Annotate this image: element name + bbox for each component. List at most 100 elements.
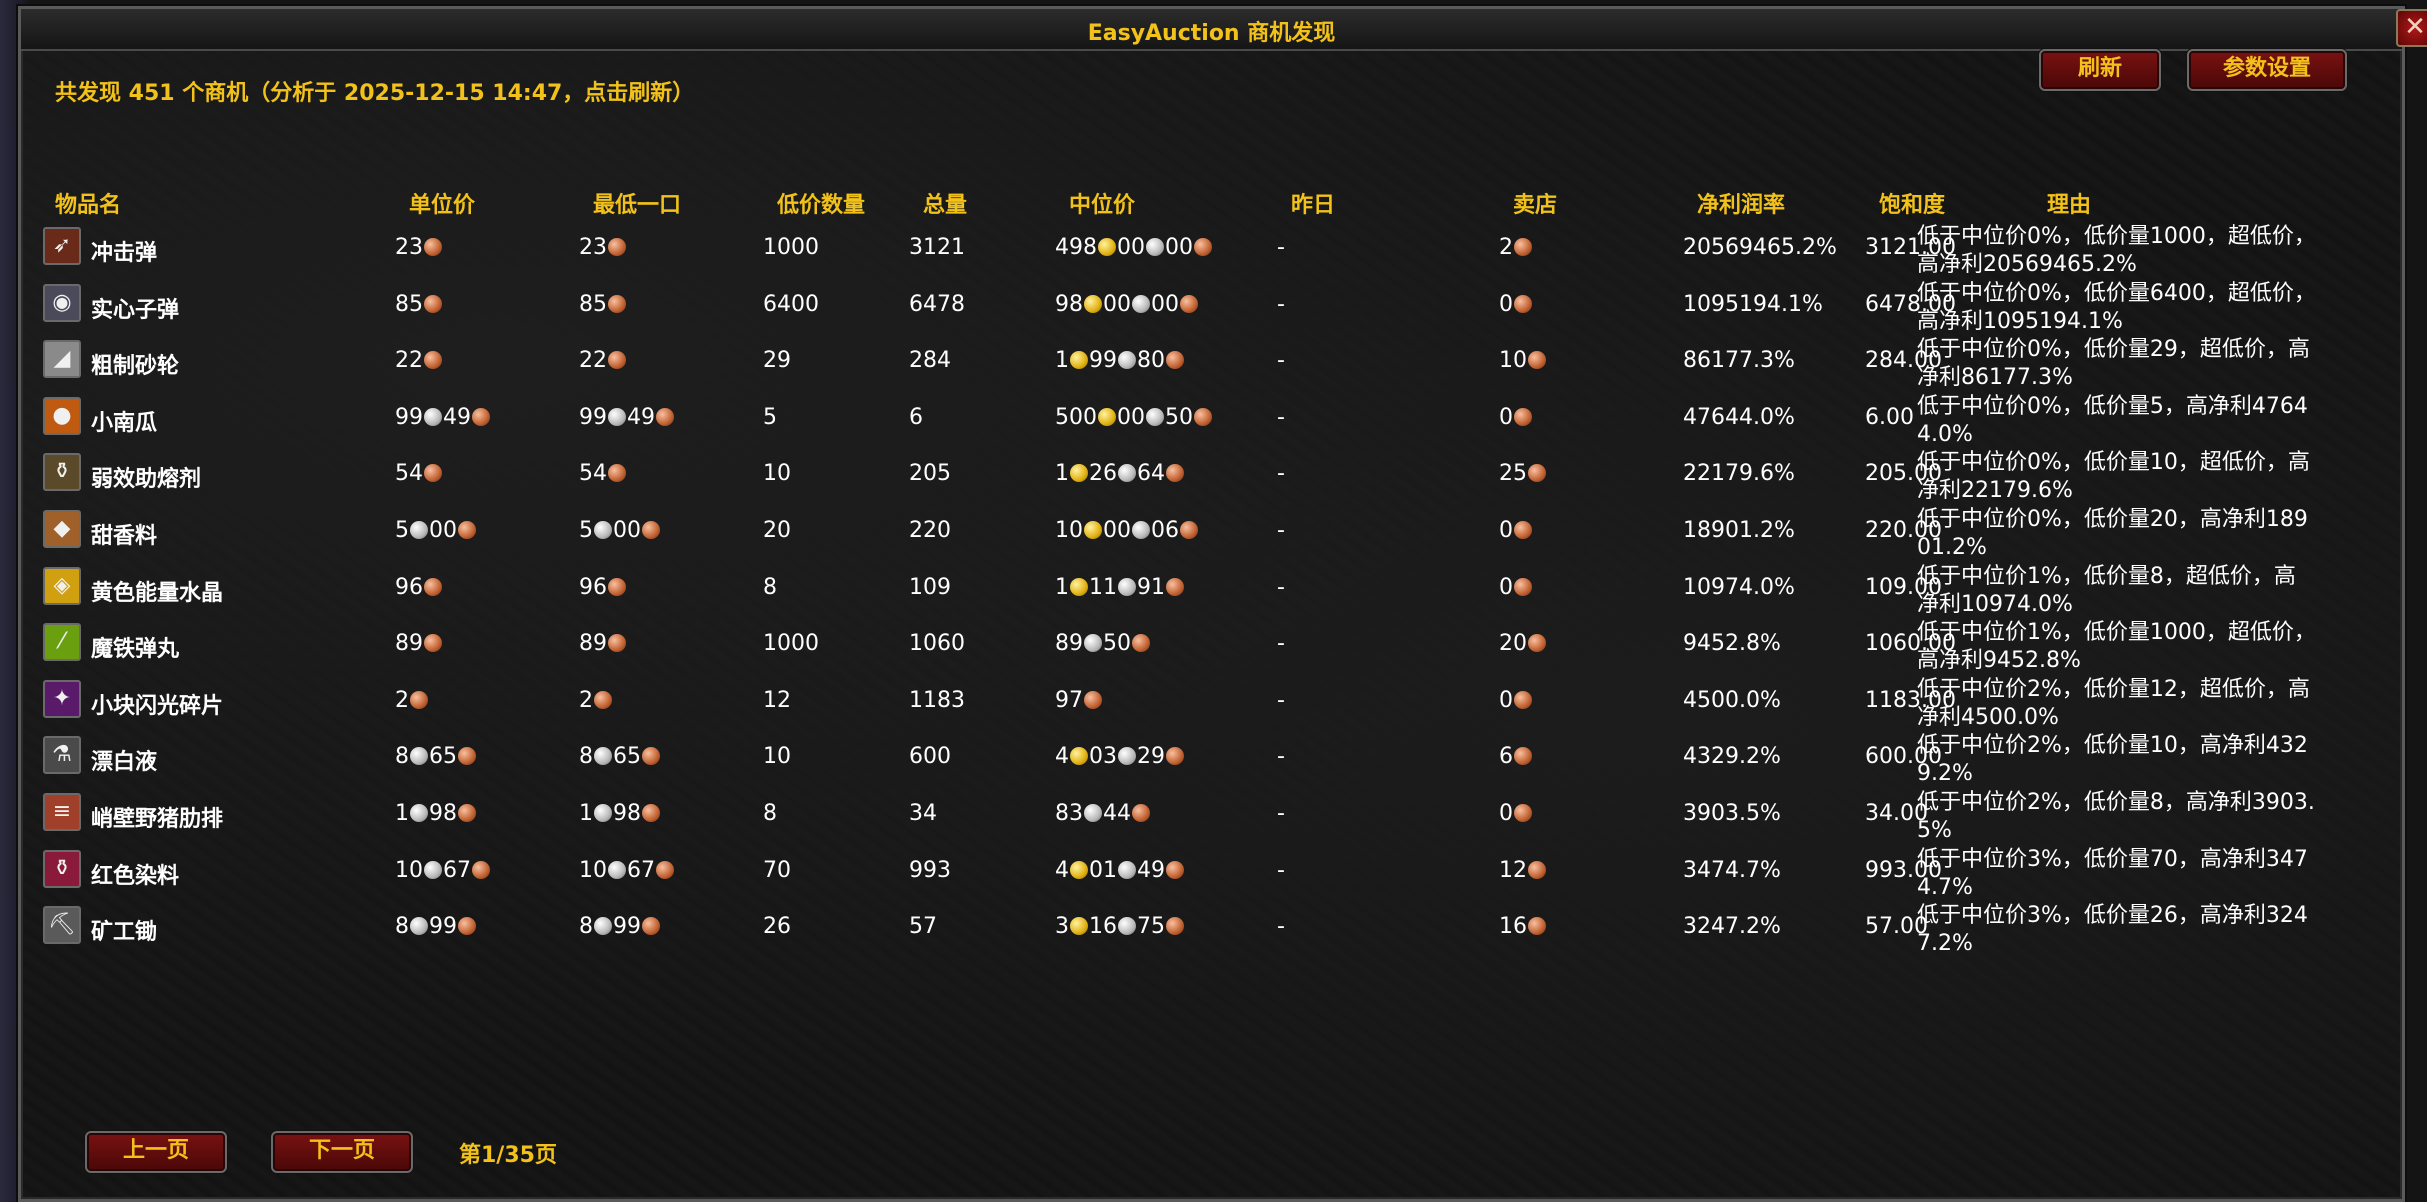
boar-ribs-icon[interactable]: ≡: [43, 793, 81, 831]
low-price-qty: 26: [763, 914, 791, 940]
unit-price: 1 98: [395, 801, 477, 826]
silver-coin-icon: [424, 860, 442, 879]
table-row[interactable]: ⚱ 红色染料 10 67 10 67 70 993 4 01 49-12 3474.7% 993.00 低…: [21, 846, 2402, 902]
amount: 0: [1499, 291, 1513, 317]
amount: 10: [1055, 518, 1083, 543]
solid-bullet-icon[interactable]: ◉: [43, 283, 81, 322]
median-price: 4 01 49: [1055, 858, 1185, 883]
total-qty: 600: [909, 744, 951, 770]
amount: 80: [1137, 348, 1165, 374]
buyout-price: 96: [579, 575, 627, 600]
total-qty: 6: [909, 404, 923, 430]
yesterday-value: -: [1277, 687, 1285, 713]
sweet-spice-icon[interactable]: ◆: [43, 510, 81, 548]
col-header-total[interactable]: 总量: [923, 187, 967, 219]
low-price-qty: 8: [763, 574, 777, 600]
amount: 16: [1499, 914, 1527, 940]
median-price: 498 00 00: [1055, 235, 1213, 260]
table-row[interactable]: ⁄ 魔铁弹丸 89 89 1000 1060 89 50-20 9452.8% 1060.00 低于…: [21, 619, 2402, 675]
copper-coin-icon: [1528, 351, 1546, 370]
table-row[interactable]: ● 小南瓜 99 49 99 49 5 6 500 00 50 - 0 47644.0% 6.00 低于中位价…: [21, 393, 2402, 449]
silver-coin-icon: [1132, 521, 1150, 539]
gold-coin-icon: [1070, 860, 1088, 879]
amount: 25: [1499, 461, 1527, 487]
amount: 0: [1499, 801, 1513, 826]
table-row[interactable]: ≡ 峭壁野猪肋排 1 98 1 98 8 34 83 44-0 3903.5% 34.00 低于中位价2…: [21, 789, 2402, 845]
col-header-low-qty[interactable]: 低价数量: [777, 187, 865, 219]
copper-coin-icon: [410, 690, 428, 709]
amount: 98: [613, 801, 641, 826]
amount: 91: [1137, 574, 1165, 600]
amount: 97: [1055, 687, 1083, 713]
next-page-button[interactable]: 下一页: [271, 1131, 413, 1173]
amount: 8: [579, 744, 593, 770]
yesterday-value: -: [1277, 291, 1285, 317]
amount: 50: [1165, 404, 1193, 430]
silver-coin-icon: [1084, 804, 1102, 822]
col-header-yesterday[interactable]: 昨日: [1291, 187, 1335, 219]
red-dye-icon[interactable]: ⚱: [43, 849, 81, 888]
shard-icon[interactable]: ✦: [43, 679, 81, 718]
pumpkin-icon[interactable]: ●: [43, 396, 81, 435]
table-row[interactable]: ◈ 黄色能量水晶 96 96 8 109 1 11 91-0 10974.0% 109.00 低于中位…: [21, 563, 2402, 619]
copper-coin-icon: [656, 860, 674, 879]
amount: 0: [1499, 687, 1513, 713]
col-header-buyout[interactable]: 最低一口: [593, 187, 681, 219]
col-header-vendor[interactable]: 卖店: [1513, 187, 1557, 219]
amount: 06: [1151, 518, 1179, 543]
bleach-icon[interactable]: ⚗: [43, 736, 81, 775]
settings-button[interactable]: 参数设置: [2187, 49, 2347, 91]
amount: 00: [1117, 235, 1145, 260]
col-header-saturation[interactable]: 饱和度: [1879, 187, 1945, 219]
amount: 89: [1055, 631, 1083, 657]
shock-bullet-icon[interactable]: ➶: [43, 227, 81, 265]
amount: 11: [1089, 574, 1117, 600]
amount: 85: [579, 291, 607, 317]
thorium-shell-icon[interactable]: ⁄: [43, 623, 81, 662]
copper-coin-icon: [608, 294, 626, 313]
prev-page-button[interactable]: 上一页: [85, 1131, 227, 1173]
summary-refresh-link[interactable]: 共发现 451 个商机（分析于 2025-12-15 14:47，点击刷新）: [55, 75, 694, 107]
amount: 99: [429, 914, 457, 940]
amount: 01: [1089, 857, 1117, 883]
close-button[interactable]: ✕: [2396, 9, 2427, 47]
copper-coin-icon: [1528, 917, 1546, 936]
amount: 00: [429, 518, 457, 543]
gold-coin-icon: [1084, 294, 1102, 313]
silver-coin-icon: [1146, 407, 1164, 426]
buyout-price: 8 99: [579, 914, 661, 939]
mining-pick-icon[interactable]: ⛏: [43, 906, 81, 945]
yellow-crystal-icon[interactable]: ◈: [43, 566, 81, 605]
table-row[interactable]: ⚱ 弱效助熔剂 54 54 10 205 1 26 64-25 22179.6% 205.00 低于中…: [21, 449, 2402, 505]
table-row[interactable]: ✦ 小块闪光碎片 2 2 12 1183 97-0 4500.0% 1183.00 低于中位价2%…: [21, 676, 2402, 732]
flux-icon[interactable]: ⚱: [43, 453, 81, 492]
amount: 0: [1499, 574, 1513, 600]
item-name: 实心子弹: [91, 297, 180, 323]
amount: 99: [579, 404, 607, 430]
amount: 10: [1499, 348, 1527, 374]
col-header-reason[interactable]: 理由: [2047, 187, 2091, 219]
table-row[interactable]: ➶ 冲击弹 23 23 1000 3121 498 00 00-2 20569465.2% 3121…: [21, 223, 2402, 279]
amount: 2: [395, 687, 409, 713]
table-row[interactable]: ◢ 粗制砂轮 22 22 29 284 1 99 80-10 86177.3% 284.00 低于中位…: [21, 336, 2402, 392]
item-name: 甜香料: [91, 524, 158, 549]
profit-rate: 10974.0%: [1683, 574, 1795, 600]
title-bar[interactable]: EasyAuction 商机发现: [21, 9, 2402, 51]
silver-coin-icon: [410, 747, 428, 766]
median-price: 4 03 29: [1055, 744, 1185, 769]
table-row[interactable]: ⚗ 漂白液 8 65 8 65 10 600 4 03 29-6 4329.2% 600.00 低于中位价…: [21, 732, 2402, 788]
copper-coin-icon: [1514, 804, 1532, 822]
table-row[interactable]: ◆ 甜香料 5 00 5 00 20 220 10 00 06-0 18901.2% 220.00 低于中…: [21, 506, 2402, 562]
col-header-unit-price[interactable]: 单位价: [409, 187, 475, 219]
total-qty: 109: [909, 574, 951, 600]
col-header-name[interactable]: 物品名: [55, 187, 121, 219]
table-row[interactable]: ◉ 实心子弹 85 85 6400 6478 98 00 00-0 1095194.1% 6478.…: [21, 280, 2402, 336]
grinding-stone-icon[interactable]: ◢: [43, 340, 81, 379]
col-header-profit-rate[interactable]: 净利润率: [1697, 187, 1785, 219]
table-row[interactable]: ⛏ 矿工锄 8 99 8 99 26 57 3 16 75-16 3247.2% 57.00 低于中位价3…: [21, 902, 2402, 958]
col-header-median[interactable]: 中位价: [1069, 187, 1135, 219]
silver-coin-icon: [1084, 634, 1102, 653]
refresh-button[interactable]: 刷新: [2039, 49, 2161, 91]
low-price-qty: 6400: [763, 291, 819, 317]
reason-text: 低于中位价0%，低价量29，超低价，高净利86177.3%: [1917, 337, 2310, 391]
